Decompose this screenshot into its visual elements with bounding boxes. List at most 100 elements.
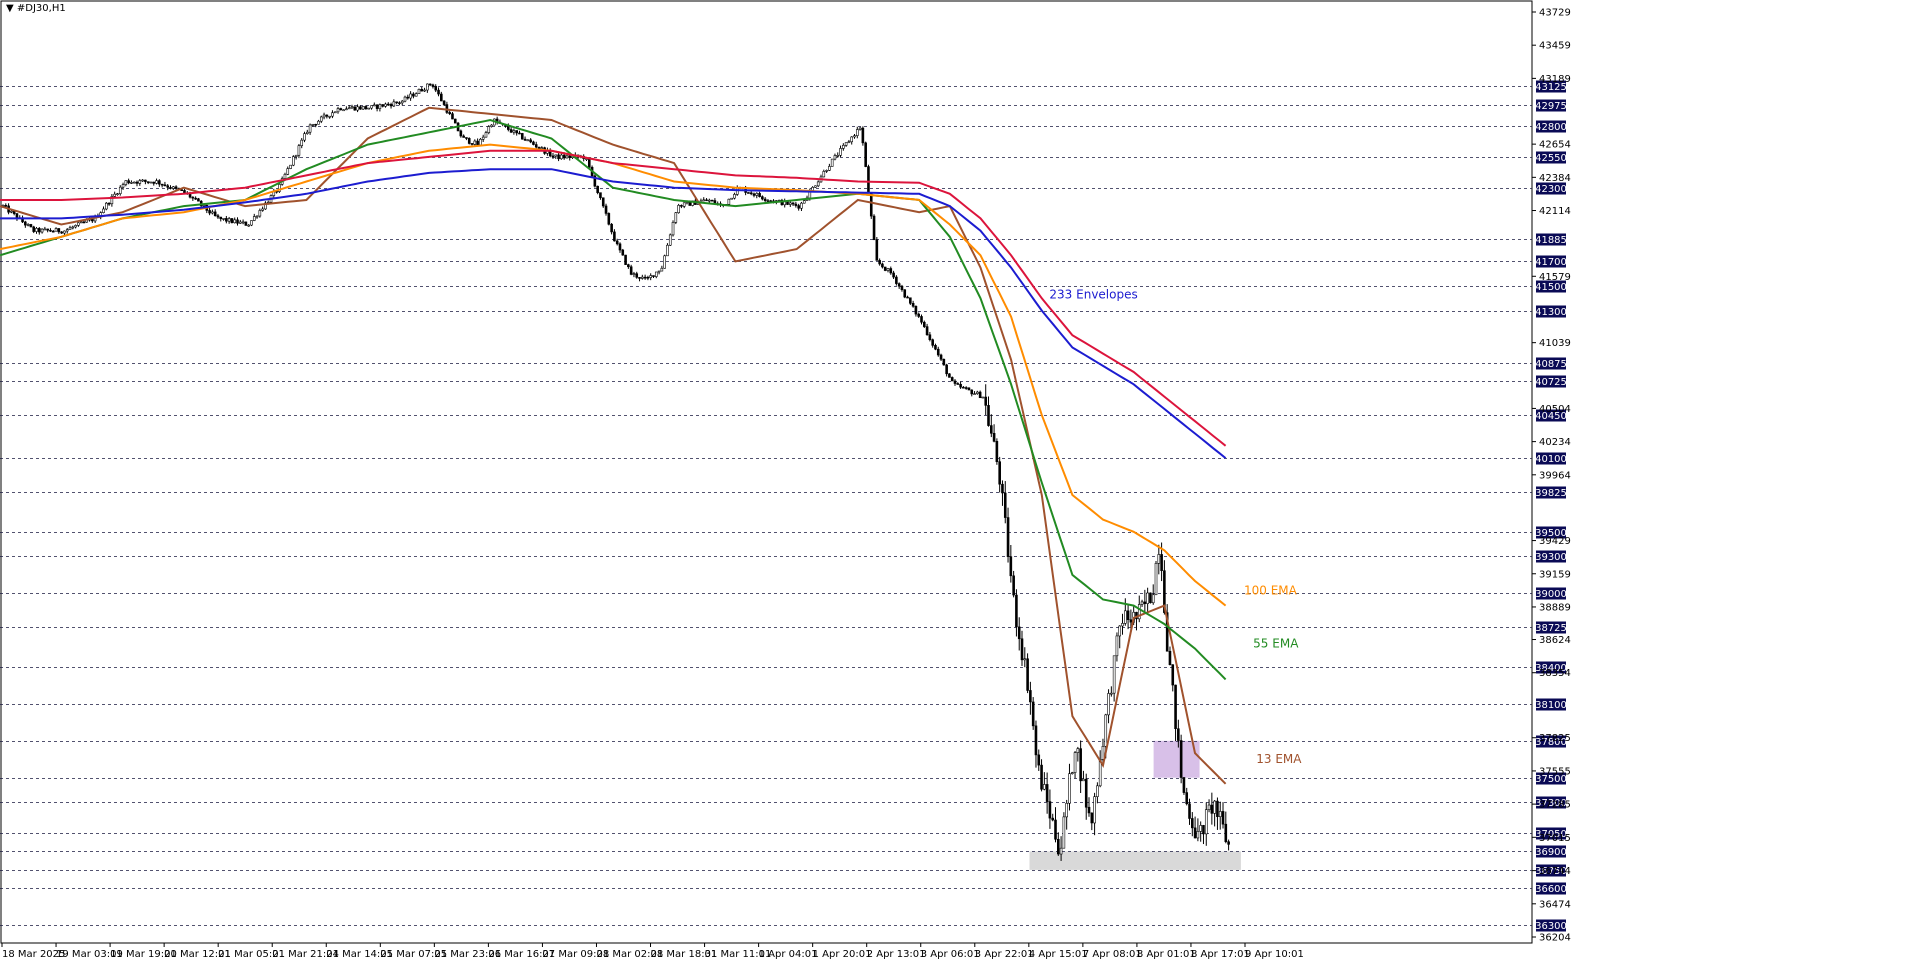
candle-body <box>861 127 865 144</box>
chart-container: 43125 42975 42800 42550 42300 41885 41700 41500… <box>0 0 1916 963</box>
candle-body <box>1012 575 1015 596</box>
candle-body <box>615 240 619 245</box>
candle-body <box>708 199 711 202</box>
candle-body <box>79 221 83 224</box>
candle-body <box>811 187 814 191</box>
candle-body <box>138 180 142 184</box>
annotation-3: 13 EMA <box>1256 752 1302 766</box>
candle-body <box>922 321 926 327</box>
candle-body <box>359 106 362 110</box>
candle-body <box>825 170 828 172</box>
candle-body <box>333 111 337 114</box>
candle-body <box>303 133 306 141</box>
candle-body <box>1096 785 1099 797</box>
candle-body <box>54 228 58 232</box>
candle-body <box>587 158 591 168</box>
candle-body <box>816 181 820 187</box>
candle-body <box>844 142 848 146</box>
candle-body <box>339 108 343 111</box>
candle-body <box>962 386 965 389</box>
candle-body <box>317 120 320 125</box>
candle-body <box>423 89 426 92</box>
y-tick-label-0: 43729 <box>1539 8 1571 19</box>
y-tick-label-10: 39964 <box>1539 470 1571 481</box>
candle-body <box>1118 625 1122 637</box>
candle-body <box>127 180 130 184</box>
candle-body <box>601 197 605 207</box>
candle-body <box>794 203 798 206</box>
candle-body <box>747 192 750 194</box>
candle-body <box>60 231 63 234</box>
candle-body <box>342 109 345 112</box>
candle-body <box>163 184 167 187</box>
candle-body <box>518 132 521 135</box>
candle-body <box>364 106 368 109</box>
candle-body <box>995 441 999 462</box>
candle-body <box>557 154 560 160</box>
y-tick-label-8: 40504 <box>1539 404 1571 415</box>
candle-body <box>1227 841 1230 845</box>
candle-body <box>1059 847 1063 855</box>
candle-body <box>197 198 200 202</box>
candle-body <box>727 198 731 205</box>
candle-body <box>1124 610 1127 624</box>
candle-body <box>261 208 264 211</box>
candle-body <box>886 268 890 271</box>
collapse-triangle-icon[interactable]: ▼ <box>6 3 14 14</box>
candle-body <box>1001 483 1004 494</box>
candle-body <box>389 104 393 107</box>
candle-body <box>1003 492 1007 518</box>
candle-body <box>872 215 876 241</box>
candle-body <box>1057 838 1060 855</box>
candle-body <box>599 192 602 199</box>
candle-body <box>914 305 918 315</box>
candle-body <box>1054 819 1057 840</box>
candle-body <box>32 226 36 232</box>
candle-body <box>677 205 680 214</box>
y-tick-label-18: 37285 <box>1539 800 1571 811</box>
candle-body <box>534 144 538 148</box>
candle-body <box>1160 554 1163 571</box>
candle-body <box>314 123 317 126</box>
candle-body <box>311 123 315 126</box>
candle-body <box>1079 748 1082 782</box>
candle-body <box>49 229 52 232</box>
candle-body <box>565 155 569 159</box>
candle-body <box>537 146 541 149</box>
level-label-5: 41885 <box>1535 235 1567 246</box>
candle-body <box>906 296 909 299</box>
candle-body <box>484 132 488 138</box>
level-label-10: 40725 <box>1535 377 1567 388</box>
y-tick-label-4: 42384 <box>1539 173 1571 184</box>
candle-body <box>1218 811 1222 817</box>
candle-body <box>241 221 245 224</box>
y-tick-label-6: 41579 <box>1539 272 1571 283</box>
candle-body <box>850 136 854 143</box>
candle-body <box>978 391 982 399</box>
candle-body <box>384 103 387 107</box>
y-tick-label-12: 39159 <box>1539 569 1571 580</box>
x-tick-label-18: 3 Apr 22:01 <box>975 949 1034 960</box>
x-tick-label-23: 9 Apr 10:01 <box>1245 949 1304 960</box>
candle-body <box>252 216 256 221</box>
candle-body <box>292 156 295 166</box>
y-tick-label-7: 41039 <box>1539 338 1571 349</box>
candle-body <box>920 316 923 323</box>
candle-body <box>942 358 946 366</box>
candle-body <box>540 147 544 149</box>
y-tick-label-5: 42114 <box>1539 206 1571 217</box>
level-label-9: 40875 <box>1535 359 1567 370</box>
candle-body <box>306 131 309 134</box>
candle-body <box>322 114 326 118</box>
candle-body <box>1112 655 1116 694</box>
y-tick-label-11: 39429 <box>1539 536 1571 547</box>
candle-body <box>624 254 627 265</box>
candle-body <box>1182 777 1186 793</box>
candle-body <box>1015 594 1018 628</box>
candle-body <box>77 222 80 226</box>
candle-body <box>842 145 845 149</box>
candle-body <box>367 107 371 110</box>
candle-body <box>37 228 41 233</box>
candle-body <box>917 313 921 317</box>
candle-body <box>1031 701 1035 727</box>
